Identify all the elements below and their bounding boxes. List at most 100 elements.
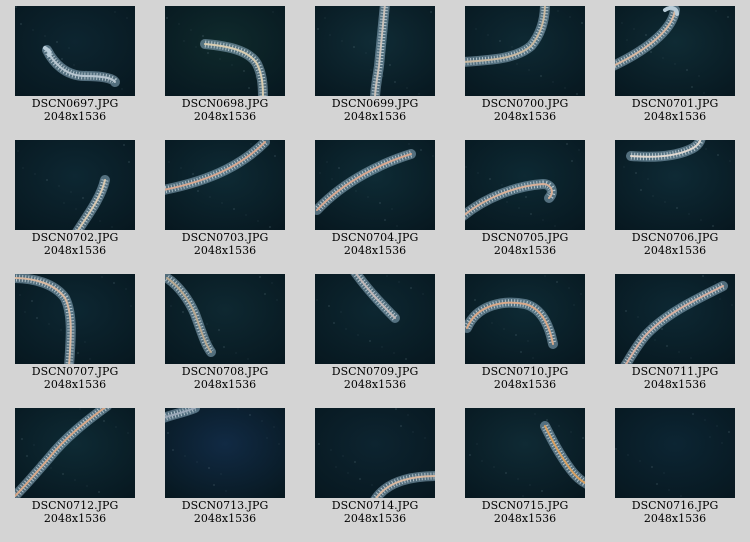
- thumbnail-dimensions: 2048x1536: [43, 512, 107, 525]
- salp-photo: [315, 140, 435, 230]
- thumbnail-image[interactable]: [15, 274, 135, 364]
- thumbnail-filename: DSCN0711.JPG: [631, 365, 719, 378]
- thumbnail-dimensions: 2048x1536: [643, 110, 707, 123]
- thumbnail-filename: DSCN0701.JPG: [631, 97, 719, 110]
- thumbnail-image[interactable]: [15, 6, 135, 96]
- salp-photo: [465, 6, 585, 96]
- thumbnail-filename: DSCN0707.JPG: [31, 365, 119, 378]
- thumbnail-filename: DSCN0703.JPG: [181, 231, 269, 244]
- thumbnail-filename: DSCN0712.JPG: [31, 499, 119, 512]
- thumbnail-filename: DSCN0699.JPG: [331, 97, 419, 110]
- thumbnail-dimensions: 2048x1536: [643, 244, 707, 257]
- salp-photo: [165, 408, 285, 498]
- thumbnail-image[interactable]: [15, 140, 135, 230]
- thumbnail-image[interactable]: [165, 140, 285, 230]
- thumbnail-dimensions: 2048x1536: [343, 512, 407, 525]
- salp-photo: [15, 274, 135, 364]
- thumbnail-cell[interactable]: DSCN0704.JPG 2048x1536: [300, 134, 450, 268]
- thumbnail-cell[interactable]: DSCN0697.JPG 2048x1536: [0, 0, 150, 134]
- thumbnail-cell[interactable]: DSCN0716.JPG 2048x1536: [600, 402, 750, 536]
- thumbnail-cell[interactable]: DSCN0711.JPG 2048x1536: [600, 268, 750, 402]
- thumbnail-filename: DSCN0704.JPG: [331, 231, 419, 244]
- thumbnail-image[interactable]: [465, 140, 585, 230]
- thumbnail-filename: DSCN0698.JPG: [181, 97, 269, 110]
- salp-photo: [15, 6, 135, 96]
- salp-photo: [15, 140, 135, 230]
- thumbnail-dimensions: 2048x1536: [43, 110, 107, 123]
- thumbnail-filename: DSCN0702.JPG: [31, 231, 119, 244]
- salp-photo: [315, 274, 435, 364]
- thumbnail-image[interactable]: [165, 408, 285, 498]
- salp-photo: [615, 140, 735, 230]
- thumbnail-filename: DSCN0713.JPG: [181, 499, 269, 512]
- thumbnail-cell[interactable]: DSCN0708.JPG 2048x1536: [150, 268, 300, 402]
- thumbnail-image[interactable]: [465, 408, 585, 498]
- thumbnail-image[interactable]: [315, 6, 435, 96]
- thumbnail-cell[interactable]: DSCN0709.JPG 2048x1536: [300, 268, 450, 402]
- thumbnail-dimensions: 2048x1536: [643, 378, 707, 391]
- salp-photo: [165, 140, 285, 230]
- thumbnail-image[interactable]: [15, 408, 135, 498]
- thumbnail-dimensions: 2048x1536: [493, 512, 557, 525]
- thumbnail-dimensions: 2048x1536: [343, 378, 407, 391]
- thumbnail-image[interactable]: [165, 6, 285, 96]
- salp-photo: [15, 408, 135, 498]
- salp-photo: [615, 408, 735, 498]
- thumbnail-filename: DSCN0706.JPG: [631, 231, 719, 244]
- thumbnail-image[interactable]: [315, 408, 435, 498]
- thumbnail-cell[interactable]: DSCN0703.JPG 2048x1536: [150, 134, 300, 268]
- thumbnail-cell[interactable]: DSCN0702.JPG 2048x1536: [0, 134, 150, 268]
- thumbnail-cell[interactable]: DSCN0715.JPG 2048x1536: [450, 402, 600, 536]
- thumbnail-filename: DSCN0700.JPG: [481, 97, 569, 110]
- thumbnail-dimensions: 2048x1536: [193, 244, 257, 257]
- thumbnail-cell[interactable]: DSCN0705.JPG 2048x1536: [450, 134, 600, 268]
- thumbnail-image[interactable]: [465, 6, 585, 96]
- thumbnail-dimensions: 2048x1536: [493, 110, 557, 123]
- thumbnail-cell[interactable]: DSCN0700.JPG 2048x1536: [450, 0, 600, 134]
- thumbnail-image[interactable]: [615, 140, 735, 230]
- thumbnail-grid: DSCN0697.JPG 2048x1536 DSCN0698.JPG 2048x15…: [0, 0, 750, 542]
- salp-photo: [465, 274, 585, 364]
- thumbnail-cell[interactable]: DSCN0706.JPG 2048x1536: [600, 134, 750, 268]
- thumbnail-cell[interactable]: DSCN0713.JPG 2048x1536: [150, 402, 300, 536]
- thumbnail-filename: DSCN0715.JPG: [481, 499, 569, 512]
- thumbnail-dimensions: 2048x1536: [493, 244, 557, 257]
- thumbnail-cell[interactable]: DSCN0710.JPG 2048x1536: [450, 268, 600, 402]
- thumbnail-dimensions: 2048x1536: [193, 512, 257, 525]
- thumbnail-dimensions: 2048x1536: [343, 110, 407, 123]
- thumbnail-image[interactable]: [615, 6, 735, 96]
- thumbnail-image[interactable]: [165, 274, 285, 364]
- thumbnail-cell[interactable]: DSCN0701.JPG 2048x1536: [600, 0, 750, 134]
- salp-photo: [315, 408, 435, 498]
- thumbnail-cell[interactable]: DSCN0698.JPG 2048x1536: [150, 0, 300, 134]
- salp-photo: [315, 6, 435, 96]
- thumbnail-image[interactable]: [615, 274, 735, 364]
- thumbnail-image[interactable]: [615, 408, 735, 498]
- thumbnail-filename: DSCN0714.JPG: [331, 499, 419, 512]
- thumbnail-filename: DSCN0705.JPG: [481, 231, 569, 244]
- thumbnail-filename: DSCN0708.JPG: [181, 365, 269, 378]
- thumbnail-cell[interactable]: DSCN0707.JPG 2048x1536: [0, 268, 150, 402]
- thumbnail-cell[interactable]: DSCN0699.JPG 2048x1536: [300, 0, 450, 134]
- thumbnail-filename: DSCN0716.JPG: [631, 499, 719, 512]
- thumbnail-image[interactable]: [315, 274, 435, 364]
- thumbnail-cell[interactable]: DSCN0712.JPG 2048x1536: [0, 402, 150, 536]
- thumbnail-dimensions: 2048x1536: [643, 512, 707, 525]
- thumbnail-cell[interactable]: DSCN0714.JPG 2048x1536: [300, 402, 450, 536]
- salp-photo: [465, 140, 585, 230]
- thumbnail-filename: DSCN0697.JPG: [31, 97, 119, 110]
- thumbnail-image[interactable]: [315, 140, 435, 230]
- thumbnail-dimensions: 2048x1536: [193, 110, 257, 123]
- salp-photo: [165, 6, 285, 96]
- thumbnail-image[interactable]: [465, 274, 585, 364]
- thumbnail-dimensions: 2048x1536: [43, 378, 107, 391]
- thumbnail-dimensions: 2048x1536: [193, 378, 257, 391]
- thumbnail-dimensions: 2048x1536: [43, 244, 107, 257]
- thumbnail-dimensions: 2048x1536: [493, 378, 557, 391]
- salp-photo: [165, 274, 285, 364]
- thumbnail-dimensions: 2048x1536: [343, 244, 407, 257]
- salp-photo: [615, 274, 735, 364]
- thumbnail-filename: DSCN0710.JPG: [481, 365, 569, 378]
- salp-photo: [465, 408, 585, 498]
- thumbnail-filename: DSCN0709.JPG: [331, 365, 419, 378]
